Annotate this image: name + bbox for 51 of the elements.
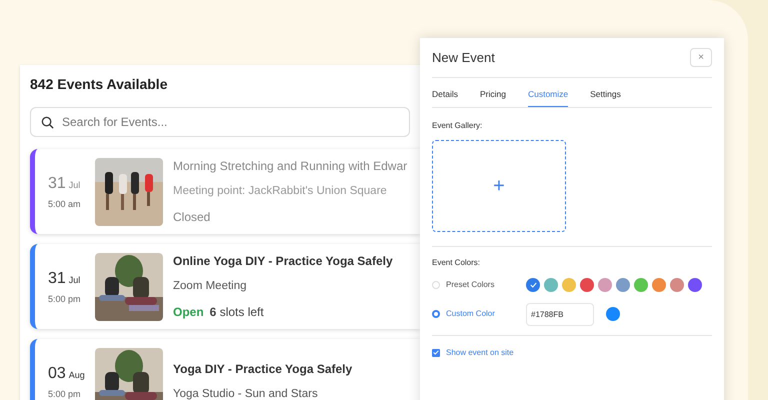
event-time: 5:00 pm [48, 292, 82, 306]
color-swatch[interactable] [634, 278, 648, 292]
event-month: Aug [68, 368, 85, 382]
color-swatch[interactable] [616, 278, 630, 292]
event-card[interactable]: 03 Aug 5:00 pm Yoga DIY - Practice Yoga Safely Yoga Studio - Sun and Stars [30, 339, 420, 400]
event-location: Zoom Meeting [173, 278, 248, 294]
event-location: Meeting point: JackRabbit's Union Square [173, 184, 388, 199]
color-input[interactable]: #1788FB [526, 302, 594, 326]
event-card[interactable]: 31 Jul 5:00 am Morning Stretching and Running with Edwar Meeting point: JackRabbit's Union Square Closed [30, 149, 420, 234]
tab[interactable]: Details [432, 88, 458, 107]
search-icon [41, 116, 54, 128]
tab[interactable]: Settings [590, 88, 621, 107]
event-title: Yoga DIY - Practice Yoga Safely [173, 360, 352, 378]
tab[interactable]: Pricing [480, 88, 506, 107]
color-swatch[interactable] [688, 278, 702, 292]
color-swatch[interactable] [580, 278, 594, 292]
radio-label: Preset Colors [446, 278, 496, 291]
event-time: 5:00 pm [48, 388, 82, 400]
radio-button[interactable] [432, 310, 440, 318]
section-label: Event Gallery: [432, 120, 484, 132]
color-swatch[interactable] [670, 278, 684, 292]
event-title: Online Yoga DIY - Practice Yoga Safely [173, 252, 393, 270]
event-card[interactable]: 31 Jul 5:00 pm Online Yoga DIY - Practice Yoga Safely Zoom Meeting Open 6 slots left [30, 244, 420, 329]
event-location: Yoga Studio - Sun and Stars [173, 386, 319, 400]
search-input[interactable]: Search for Events... [62, 113, 362, 131]
tab[interactable]: Customize [528, 88, 568, 107]
check-icon [530, 282, 536, 288]
color-swatch[interactable] [598, 278, 612, 292]
dialog-title: New Event [432, 48, 495, 67]
event-month: Jul [68, 178, 80, 192]
radio-label: Custom Color [446, 308, 496, 320]
color-swatch[interactable] [544, 278, 558, 292]
checkbox[interactable] [432, 348, 440, 357]
event-day: 03 [48, 362, 66, 386]
color-swatch[interactable] [562, 278, 576, 292]
search-field[interactable]: Search for Events... [30, 107, 410, 137]
close-button[interactable]: × [690, 48, 712, 67]
status-text: Closed [173, 209, 210, 226]
event-title: Morning Stretching and Running with Edwar [173, 158, 408, 175]
event-month: Jul [68, 274, 80, 287]
upload-button[interactable]: + [432, 140, 566, 232]
color-swatch[interactable] [652, 278, 666, 292]
event-day: 31 [48, 266, 66, 291]
color-swatch[interactable] [526, 278, 540, 292]
status-text: Open [173, 304, 204, 322]
section-label: Event Colors: [432, 256, 482, 269]
checkbox-label: Show event on site [446, 346, 514, 359]
event-day: 31 [48, 172, 66, 196]
panel-title: 842 Events Available [29, 75, 168, 94]
slots-text: 6 slots left [210, 304, 264, 322]
event-time: 5:00 am [48, 198, 82, 211]
